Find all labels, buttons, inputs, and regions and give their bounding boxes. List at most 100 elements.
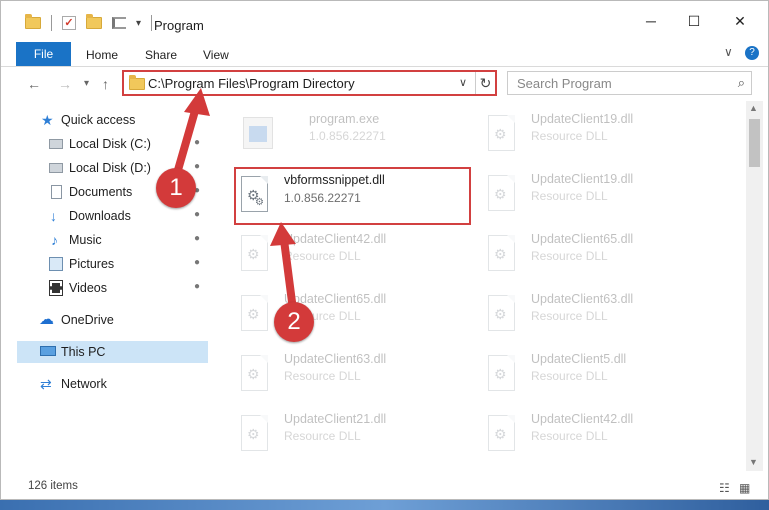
dll-icon: ⚙	[488, 235, 522, 275]
new-folder-icon[interactable]	[86, 14, 102, 29]
navigation-pane: ★ Quick access Local Disk (C:) ● Local D…	[1, 101, 212, 471]
address-path[interactable]: C:\Program Files\Program Directory	[148, 76, 355, 91]
sidebar-item-music[interactable]: ♪ Music ●	[1, 229, 208, 251]
scroll-thumb[interactable]	[749, 119, 760, 167]
file-item-updateclient65-dll[interactable]: ⚙ UpdateClient65.dll Resource DLL	[237, 287, 477, 343]
dll-icon: ⚙	[241, 415, 275, 455]
forward-button[interactable]: →	[58, 76, 72, 92]
sidebar-item-label: Documents	[69, 185, 133, 199]
scroll-up-icon[interactable]: ▲	[749, 103, 758, 113]
sidebar-item-pictures[interactable]: Pictures ●	[1, 253, 208, 275]
sidebar-item-label: Downloads	[69, 209, 131, 223]
pin-icon[interactable]: ●	[194, 281, 200, 292]
dll-icon: ⚙	[488, 355, 522, 395]
file-description: Resource DLL	[531, 129, 608, 143]
star-icon: ★	[41, 112, 54, 128]
computer-icon	[40, 346, 56, 356]
tab-share[interactable]: Share	[145, 48, 177, 62]
sidebar-item-label: Local Disk (C:)	[69, 137, 151, 151]
tab-home[interactable]: Home	[86, 48, 118, 62]
file-name: UpdateClient5.dll	[531, 352, 627, 366]
file-name: UpdateClient21.dll	[284, 412, 387, 426]
ribbon: File Home Share View ∨ ?	[1, 39, 768, 67]
folder-icon	[129, 75, 145, 90]
address-bar[interactable]: C:\Program Files\Program Directory ∨ ↻	[122, 70, 497, 96]
sidebar-item-downloads[interactable]: ↓ Downloads ●	[1, 205, 208, 227]
sidebar-item-network[interactable]: ⇄ Network	[1, 373, 208, 395]
folder-icon	[25, 14, 41, 29]
dll-icon: ⚙	[488, 415, 522, 455]
address-dropdown-icon[interactable]: ∨	[459, 76, 467, 89]
file-item-updateclient19-dll[interactable]: ⚙ UpdateClient19.dll Resource DLL	[484, 167, 724, 223]
pin-icon[interactable]: ●	[194, 257, 200, 268]
file-name: UpdateClient42.dll	[284, 232, 387, 246]
sidebar-item-label: Network	[61, 377, 107, 391]
sidebar-item-this-pc[interactable]: This PC	[17, 341, 208, 363]
sidebar-item-videos[interactable]: Videos ●	[1, 277, 208, 299]
pin-icon[interactable]: ●	[194, 209, 200, 220]
recent-locations-button[interactable]: ▾	[84, 78, 89, 89]
pictures-icon	[49, 257, 63, 271]
back-button[interactable]: ←	[27, 76, 41, 92]
disk-icon	[49, 163, 63, 173]
sidebar-item-quick-access[interactable]: ★ Quick access	[1, 109, 208, 131]
file-item-updateclient42-dll[interactable]: ⚙ UpdateClient42.dll Resource DLL	[237, 227, 477, 283]
minimize-button[interactable]: ─	[641, 11, 661, 31]
sidebar-item-label: OneDrive	[61, 313, 114, 327]
chevron-down-icon[interactable]: ∨	[724, 45, 733, 59]
up-button[interactable]: ↑	[102, 76, 109, 92]
file-item-updateclient21-dll[interactable]: ⚙ UpdateClient21.dll Resource DLL	[237, 407, 477, 463]
window-title: Program	[154, 18, 204, 33]
file-item-updateclient19-dll[interactable]: ⚙ UpdateClient19.dll Resource DLL	[484, 107, 724, 163]
tab-view[interactable]: View	[203, 48, 229, 62]
dll-icon: ⚙	[241, 295, 275, 335]
pin-icon[interactable]: ●	[194, 161, 200, 172]
details-view-icon[interactable]: ☷	[719, 481, 730, 495]
sidebar-item-label: Pictures	[69, 257, 115, 271]
help-icon[interactable]: ?	[745, 46, 759, 60]
search-input[interactable]: Search Program ⌕	[507, 71, 752, 95]
close-button[interactable]: ✕	[730, 11, 750, 31]
dll-icon: ⚙	[241, 355, 275, 395]
vertical-scrollbar[interactable]: ▲ ▼	[746, 101, 763, 471]
disk-icon	[49, 139, 63, 149]
file-name: UpdateClient42.dll	[531, 412, 634, 426]
file-version: 1.0.856.22271	[309, 129, 386, 143]
large-icons-view-icon[interactable]: ▦	[739, 481, 750, 495]
file-item-vbformssnippet-dll[interactable]: ⚙ ⚙ vbformssnippet.dll 1.0.856.22271	[234, 167, 471, 225]
file-description: Resource DLL	[284, 429, 361, 443]
videos-icon	[49, 280, 63, 296]
file-description: Resource DLL	[531, 309, 608, 323]
item-count: 126 items	[28, 480, 78, 492]
sidebar-item-label: Local Disk (D:)	[69, 161, 151, 175]
pin-icon[interactable]: ●	[194, 137, 200, 148]
file-name: UpdateClient63.dll	[531, 292, 634, 306]
file-explorer-window: ✓ ▾ Program ─ ☐ ✕ File Home Share View ∨…	[0, 0, 769, 500]
search-icon[interactable]: ⌕	[738, 75, 745, 91]
sidebar-item-label: Videos	[69, 281, 107, 295]
pin-icon[interactable]: ●	[194, 233, 200, 244]
file-name: UpdateClient65.dll	[531, 232, 634, 246]
sidebar-item-onedrive[interactable]: ☁ OneDrive	[1, 309, 208, 331]
file-version: 1.0.856.22271	[284, 191, 361, 205]
dll-icon: ⚙	[241, 235, 275, 275]
toolbar-dropdown-icon[interactable]: ▾	[136, 18, 141, 29]
customize-toolbar-icon[interactable]	[112, 17, 126, 29]
sidebar-item-local-disk-c[interactable]: Local Disk (C:) ●	[1, 133, 208, 155]
file-item-updateclient5-dll[interactable]: ⚙ UpdateClient5.dll Resource DLL	[484, 347, 724, 403]
properties-check-icon[interactable]: ✓	[62, 16, 76, 30]
refresh-button[interactable]: ↻	[475, 72, 495, 94]
file-item-updateclient63-dll[interactable]: ⚙ UpdateClient63.dll Resource DLL	[484, 287, 724, 343]
file-item-updateclient65-dll[interactable]: ⚙ UpdateClient65.dll Resource DLL	[484, 227, 724, 283]
scroll-down-icon[interactable]: ▼	[749, 457, 758, 467]
maximize-button[interactable]: ☐	[684, 11, 704, 31]
exe-icon	[241, 115, 275, 155]
toolbar-divider	[51, 15, 52, 31]
tab-file[interactable]: File	[16, 42, 71, 66]
file-item-updateclient63-dll[interactable]: ⚙ UpdateClient63.dll Resource DLL	[237, 347, 477, 403]
file-description: Resource DLL	[284, 249, 361, 263]
file-item-program-exe[interactable]: program.exe 1.0.856.22271	[237, 107, 477, 163]
network-icon: ⇄	[40, 376, 52, 392]
file-item-updateclient42-dll[interactable]: ⚙ UpdateClient42.dll Resource DLL	[484, 407, 724, 463]
cloud-icon: ☁	[39, 311, 54, 328]
